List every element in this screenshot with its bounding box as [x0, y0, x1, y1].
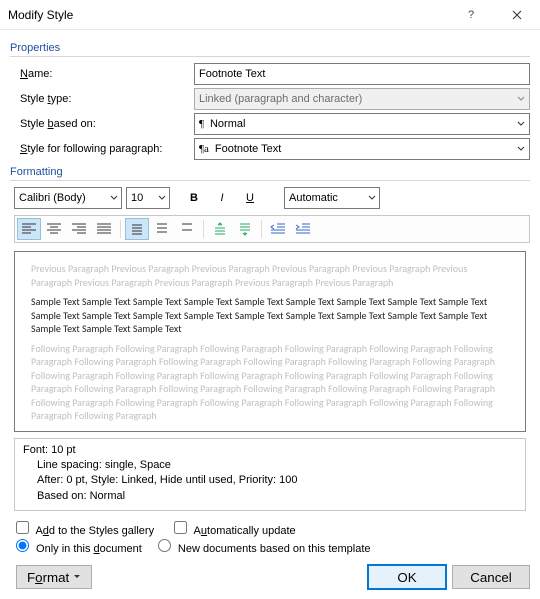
line-spacing-1.5-icon — [154, 222, 170, 236]
window-title: Modify Style — [0, 8, 448, 22]
indent-increase-icon — [295, 222, 311, 236]
space-before-dec-icon — [237, 222, 253, 236]
chevron-down-icon[interactable] — [512, 113, 530, 135]
align-right-icon — [71, 222, 87, 236]
align-right-button[interactable] — [67, 218, 91, 240]
divider — [10, 180, 530, 181]
separator — [120, 220, 121, 238]
following-select[interactable]: ¶aFootnote Text — [194, 138, 530, 160]
chevron-down-icon[interactable] — [106, 187, 122, 209]
name-label: Name: — [10, 68, 194, 80]
align-justify-button[interactable] — [92, 218, 116, 240]
dropdown-arrow-icon — [73, 574, 81, 580]
chevron-down-icon — [512, 88, 530, 110]
indent-decrease-icon — [270, 222, 286, 236]
based-on-select[interactable]: ¶Normal — [194, 113, 530, 135]
cancel-button[interactable]: Cancel — [452, 565, 530, 589]
formatting-group-label: Formatting — [10, 166, 530, 178]
desc-spacing: Line spacing: single, Space — [23, 458, 517, 473]
space-before-inc-icon — [212, 222, 228, 236]
desc-after: After: 0 pt, Style: Linked, Hide until u… — [23, 473, 517, 488]
font-size-combo[interactable]: 10 — [126, 187, 170, 209]
align-left-button[interactable] — [17, 218, 41, 240]
preview-sample: Sample Text Sample Text Sample Text Samp… — [31, 295, 509, 336]
paragraph-toolbar — [14, 215, 530, 243]
indent-decrease-button[interactable] — [266, 218, 290, 240]
align-center-icon — [46, 222, 62, 236]
indent-increase-button[interactable] — [291, 218, 315, 240]
preview-pane: Previous Paragraph Previous Paragraph Pr… — [14, 251, 526, 432]
line-spacing-1-icon — [129, 222, 145, 236]
desc-font: Font: 10 pt — [23, 443, 517, 458]
preview-following: Following Paragraph Following Paragraph … — [31, 342, 509, 423]
pilcrow-icon: ¶a — [199, 143, 209, 155]
separator — [203, 220, 204, 238]
align-center-button[interactable] — [42, 218, 66, 240]
format-menu-button[interactable]: Format — [16, 565, 92, 589]
align-justify-icon — [96, 222, 112, 236]
properties-group-label: Properties — [10, 42, 530, 54]
chevron-down-icon[interactable] — [154, 187, 170, 209]
divider — [10, 56, 530, 57]
font-color-combo[interactable]: Automatic — [284, 187, 380, 209]
help-button[interactable]: ? — [448, 0, 494, 30]
title-bar: Modify Style ? — [0, 0, 540, 30]
space-before-inc-button[interactable] — [208, 218, 232, 240]
separator — [261, 220, 262, 238]
following-label: Style for following paragraph: — [10, 143, 194, 155]
spacing-1.5-button[interactable] — [150, 218, 174, 240]
spacing-1-button[interactable] — [125, 218, 149, 240]
line-spacing-2-icon — [179, 222, 195, 236]
chevron-down-icon[interactable] — [512, 138, 530, 160]
only-document-radio[interactable]: Only in this document — [16, 539, 142, 555]
align-left-icon — [21, 222, 37, 236]
font-name-combo[interactable]: Calibri (Body) — [14, 187, 122, 209]
auto-update-checkbox[interactable]: Automatically update — [174, 521, 296, 537]
style-type-select: Linked (paragraph and character) — [194, 88, 530, 110]
new-documents-radio[interactable]: New documents based on this template — [158, 539, 371, 555]
style-description: Font: 10 pt Line spacing: single, Space … — [14, 438, 526, 512]
bold-button[interactable]: B — [182, 187, 206, 209]
chevron-down-icon[interactable] — [364, 187, 380, 209]
close-button[interactable] — [494, 0, 540, 30]
ok-button[interactable]: OK — [368, 565, 446, 589]
add-gallery-checkbox[interactable]: Add to the Styles gallery — [16, 521, 154, 537]
style-type-label: Style type: — [10, 93, 194, 105]
preview-previous: Previous Paragraph Previous Paragraph Pr… — [31, 262, 509, 289]
desc-based: Based on: Normal — [23, 489, 517, 504]
italic-button[interactable]: I — [210, 187, 234, 209]
space-before-dec-button[interactable] — [233, 218, 257, 240]
pilcrow-icon: ¶ — [199, 118, 204, 130]
close-icon — [512, 10, 522, 20]
name-input[interactable] — [194, 63, 530, 85]
based-on-label: Style based on: — [10, 118, 194, 130]
underline-button[interactable]: U — [238, 187, 262, 209]
spacing-2-button[interactable] — [175, 218, 199, 240]
